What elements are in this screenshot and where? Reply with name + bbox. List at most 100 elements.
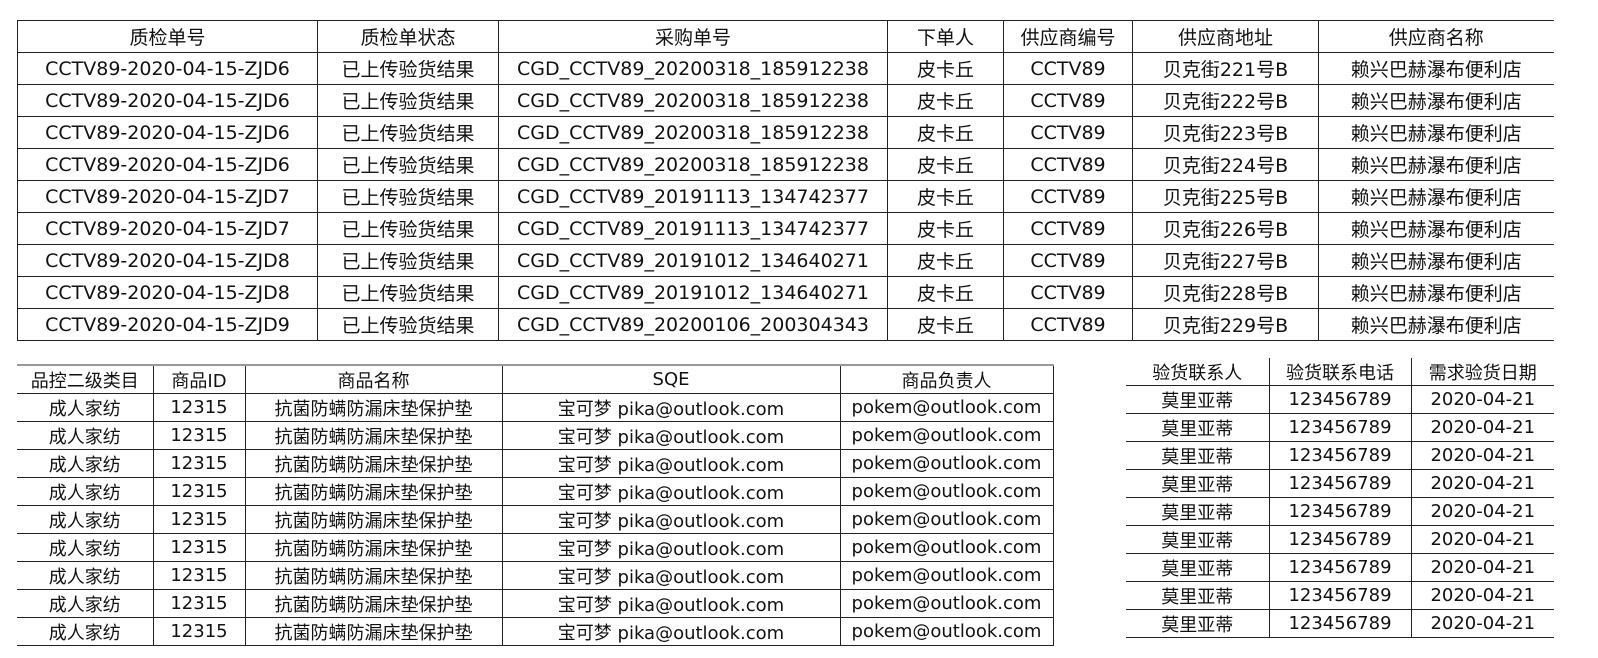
table-row: 成人家纺 12315 抗菌防螨防漏床垫保护垫 宝可梦 pika@outlook.com… xyxy=(17,421,1054,450)
table-cell: 12315 xyxy=(153,533,246,562)
table-row: 莫里亚蒂 123456789 2020-04-21 xyxy=(1126,441,1554,470)
table-cell: 12315 xyxy=(153,505,246,534)
table-row: CCTV89-2020-04-15-ZJD7 已上传验货结果 CGD_CCTV89_… xyxy=(17,180,1554,213)
table-cell: 贝克街229号B xyxy=(1132,308,1319,341)
table-cell: 12315 xyxy=(153,393,246,422)
table-cell: 12315 xyxy=(153,589,246,618)
column-header: 需求验货日期 xyxy=(1411,358,1554,386)
table-cell: 莫里亚蒂 xyxy=(1126,609,1270,638)
table-cell: CGD_CCTV89_20200318_185912238 xyxy=(498,52,888,85)
table-cell: CCTV89-2020-04-15-ZJD7 xyxy=(17,180,318,213)
column-header: 供应商编号 xyxy=(1003,20,1133,53)
table-body: 成人家纺 12315 抗菌防螨防漏床垫保护垫 宝可梦 pika@outlook.com… xyxy=(17,393,1054,646)
table-cell: 已上传验货结果 xyxy=(317,212,499,245)
column-header: 供应商地址 xyxy=(1132,20,1319,53)
table-cell: 莫里亚蒂 xyxy=(1126,469,1270,498)
table-row: CCTV89-2020-04-15-ZJD8 已上传验货结果 CGD_CCTV89_… xyxy=(17,276,1554,309)
table-cell: 已上传验货结果 xyxy=(317,84,499,117)
table-cell: 赖兴巴赫瀑布便利店 xyxy=(1318,84,1554,117)
table-cell: CCTV89 xyxy=(1003,308,1133,341)
table-cell: 赖兴巴赫瀑布便利店 xyxy=(1318,276,1554,309)
table-row: CCTV89-2020-04-15-ZJD8 已上传验货结果 CGD_CCTV89_… xyxy=(17,244,1554,277)
table-cell: CCTV89 xyxy=(1003,52,1133,85)
table-cell: 抗菌防螨防漏床垫保护垫 xyxy=(245,477,503,506)
column-header: 质检单状态 xyxy=(317,20,499,53)
table-cell: 成人家纺 xyxy=(17,561,154,590)
table-cell: 赖兴巴赫瀑布便利店 xyxy=(1318,52,1554,85)
table-cell: 123456789 xyxy=(1269,553,1412,582)
table-cell: 抗菌防螨防漏床垫保护垫 xyxy=(245,505,503,534)
table-cell: 莫里亚蒂 xyxy=(1126,525,1270,554)
column-header: 验货联系人 xyxy=(1126,358,1270,386)
table-cell: 成人家纺 xyxy=(17,477,154,506)
table-cell: 抗菌防螨防漏床垫保护垫 xyxy=(245,617,503,646)
header-row: 验货联系人 验货联系电话 需求验货日期 xyxy=(1126,358,1554,386)
header-row: 质检单号 质检单状态 采购单号 下单人 供应商编号 供应商地址 供应商名称 xyxy=(17,20,1554,53)
table-cell: 12315 xyxy=(153,477,246,506)
table-row: 莫里亚蒂 123456789 2020-04-21 xyxy=(1126,553,1554,582)
table-cell: 抗菌防螨防漏床垫保护垫 xyxy=(245,421,503,450)
table-cell: CCTV89 xyxy=(1003,212,1133,245)
table-cell: CGD_CCTV89_20200318_185912238 xyxy=(498,116,888,149)
table-cell: 12315 xyxy=(153,561,246,590)
table-cell: pokem@outlook.com xyxy=(840,561,1054,590)
table-cell: 宝可梦 pika@outlook.com xyxy=(502,449,841,478)
table-row: 成人家纺 12315 抗菌防螨防漏床垫保护垫 宝可梦 pika@outlook.com… xyxy=(17,617,1054,646)
table-cell: 皮卡丘 xyxy=(887,308,1004,341)
table-cell: 宝可梦 pika@outlook.com xyxy=(502,533,841,562)
table-cell: CGD_CCTV89_20191012_134640271 xyxy=(498,244,888,277)
table-cell: 赖兴巴赫瀑布便利店 xyxy=(1318,244,1554,277)
table-cell: 2020-04-21 xyxy=(1411,441,1554,470)
column-header: SQE xyxy=(502,364,841,394)
table-cell: 2020-04-21 xyxy=(1411,553,1554,582)
table-cell: 皮卡丘 xyxy=(887,148,1004,181)
table-cell: 贝克街221号B xyxy=(1132,52,1319,85)
quality-inspection-table: 质检单号 质检单状态 采购单号 下单人 供应商编号 供应商地址 供应商名称 CCTV89-2… xyxy=(17,20,1554,341)
table-cell: CCTV89-2020-04-15-ZJD6 xyxy=(17,116,318,149)
table-cell: 莫里亚蒂 xyxy=(1126,581,1270,610)
table-cell: 莫里亚蒂 xyxy=(1126,497,1270,526)
table-cell: CCTV89 xyxy=(1003,116,1133,149)
table-cell: 宝可梦 pika@outlook.com xyxy=(502,561,841,590)
table-cell: 成人家纺 xyxy=(17,449,154,478)
table-cell: pokem@outlook.com xyxy=(840,421,1054,450)
table-cell: 抗菌防螨防漏床垫保护垫 xyxy=(245,533,503,562)
table-cell: 宝可梦 pika@outlook.com xyxy=(502,393,841,422)
table-cell: pokem@outlook.com xyxy=(840,617,1054,646)
table-row: 莫里亚蒂 123456789 2020-04-21 xyxy=(1126,609,1554,638)
table-cell: 宝可梦 pika@outlook.com xyxy=(502,477,841,506)
table-cell: 2020-04-21 xyxy=(1411,469,1554,498)
table-cell: CCTV89-2020-04-15-ZJD8 xyxy=(17,276,318,309)
table-cell: 成人家纺 xyxy=(17,617,154,646)
column-header: 采购单号 xyxy=(498,20,888,53)
table-cell: 贝克街224号B xyxy=(1132,148,1319,181)
table-body: CCTV89-2020-04-15-ZJD6 已上传验货结果 CGD_CCTV89_… xyxy=(17,52,1554,341)
column-header: 商品ID xyxy=(153,364,246,394)
table-cell: 贝克街227号B xyxy=(1132,244,1319,277)
table-cell: CGD_CCTV89_20191113_134742377 xyxy=(498,180,888,213)
table-cell: 赖兴巴赫瀑布便利店 xyxy=(1318,308,1554,341)
column-header: 下单人 xyxy=(887,20,1004,53)
table-row: CCTV89-2020-04-15-ZJD7 已上传验货结果 CGD_CCTV89_… xyxy=(17,212,1554,245)
table-row: 莫里亚蒂 123456789 2020-04-21 xyxy=(1126,497,1554,526)
table-cell: pokem@outlook.com xyxy=(840,477,1054,506)
table-cell: 123456789 xyxy=(1269,441,1412,470)
table-row: CCTV89-2020-04-15-ZJD6 已上传验货结果 CGD_CCTV89_… xyxy=(17,116,1554,149)
table-row: 成人家纺 12315 抗菌防螨防漏床垫保护垫 宝可梦 pika@outlook.com… xyxy=(17,589,1054,618)
table-row: 成人家纺 12315 抗菌防螨防漏床垫保护垫 宝可梦 pika@outlook.com… xyxy=(17,533,1054,562)
table-cell: 123456789 xyxy=(1269,497,1412,526)
column-header: 商品名称 xyxy=(245,364,503,394)
table-cell: 赖兴巴赫瀑布便利店 xyxy=(1318,148,1554,181)
table-cell: 莫里亚蒂 xyxy=(1126,441,1270,470)
table-cell: 宝可梦 pika@outlook.com xyxy=(502,617,841,646)
table-cell: 已上传验货结果 xyxy=(317,148,499,181)
table-cell: 赖兴巴赫瀑布便利店 xyxy=(1318,116,1554,149)
table-cell: 2020-04-21 xyxy=(1411,609,1554,638)
table-cell: 皮卡丘 xyxy=(887,276,1004,309)
table-cell: CCTV89 xyxy=(1003,148,1133,181)
table-cell: 2020-04-21 xyxy=(1411,413,1554,442)
table-body: 莫里亚蒂 123456789 2020-04-21 莫里亚蒂 123456789 2020… xyxy=(1126,385,1554,638)
table-cell: pokem@outlook.com xyxy=(840,533,1054,562)
table-cell: CCTV89 xyxy=(1003,276,1133,309)
table-row: 莫里亚蒂 123456789 2020-04-21 xyxy=(1126,525,1554,554)
